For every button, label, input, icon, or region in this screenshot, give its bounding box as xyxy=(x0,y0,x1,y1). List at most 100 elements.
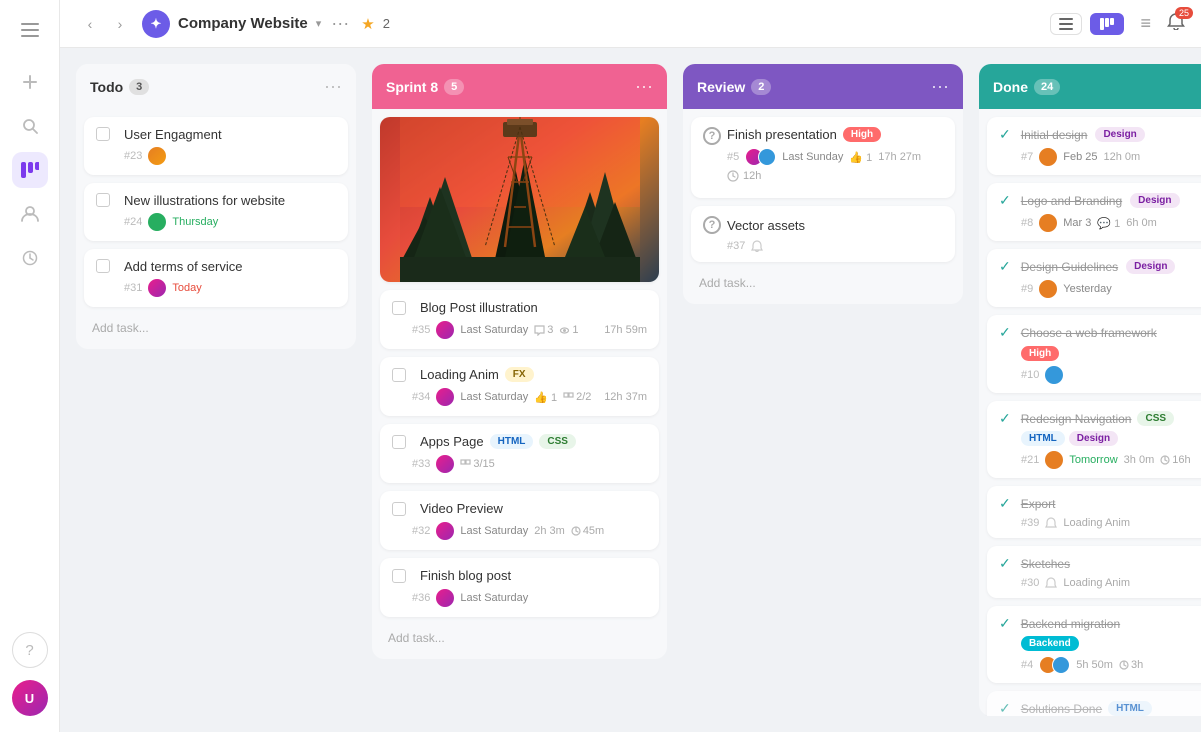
table-row[interactable]: Video Preview #32 Last Saturday 2h 3m 45… xyxy=(380,491,659,550)
task-checkbox[interactable] xyxy=(96,193,110,207)
task-title: User Engagment xyxy=(124,127,222,142)
sidebar-item-collapse[interactable] xyxy=(12,12,48,48)
done-header: Done 24 ··· xyxy=(979,64,1201,109)
task-title: Finish presentation xyxy=(727,127,837,142)
forward-button[interactable]: › xyxy=(106,10,134,38)
task-avatars xyxy=(745,148,776,166)
sidebar-item-clock[interactable] xyxy=(12,240,48,276)
task-title: Sketches xyxy=(1021,557,1070,571)
table-row[interactable]: Apps Page HTML CSS #33 3/15 xyxy=(380,424,659,483)
task-date: Yesterday xyxy=(1063,283,1112,295)
table-row[interactable]: ✓ Export #39 Loading Anim xyxy=(987,486,1201,538)
table-row[interactable]: ✓ Redesign Navigation CSS HTML Design #2… xyxy=(987,401,1201,478)
task-checkbox[interactable] xyxy=(96,259,110,273)
task-title: Choose a web framework xyxy=(1021,326,1157,340)
table-row[interactable]: Finish blog post #36 Last Saturday xyxy=(380,558,659,617)
done-title: Done xyxy=(993,79,1028,95)
task-tag: Design xyxy=(1130,193,1179,208)
task-date: Last Saturday xyxy=(460,525,528,537)
task-avatar xyxy=(1039,148,1057,166)
list-view-button[interactable] xyxy=(1050,13,1082,35)
task-id: #7 xyxy=(1021,151,1033,163)
task-tag-html: HTML xyxy=(1021,431,1065,446)
table-row[interactable]: New illustrations for website #24 Thursd… xyxy=(84,183,348,241)
task-id: #31 xyxy=(124,282,142,294)
table-row[interactable]: Blog Post illustration #35 Last Saturday… xyxy=(380,290,659,349)
task-avatar xyxy=(436,455,454,473)
sidebar-item-add[interactable] xyxy=(12,64,48,100)
star-icon[interactable]: ★ xyxy=(361,15,374,33)
task-avatars xyxy=(1039,656,1070,674)
table-row[interactable]: ✓ Initial design Design #7 Feb 25 12h 0m xyxy=(987,117,1201,175)
more-menu-button[interactable]: ≡ xyxy=(1132,9,1159,38)
review-body: ? Finish presentation High #5 xyxy=(683,109,963,304)
task-id: #30 xyxy=(1021,577,1039,589)
task-tag-html: HTML xyxy=(490,434,534,449)
task-tag-design: Design xyxy=(1069,431,1118,446)
task-avatar xyxy=(1039,280,1057,298)
todo-count: 3 xyxy=(129,79,149,95)
task-date: Thursday xyxy=(172,216,218,228)
board-view-button[interactable] xyxy=(1090,13,1124,35)
table-row[interactable]: ✓ Sketches #30 Loading Anim xyxy=(987,546,1201,598)
task-time: 12h 37m xyxy=(604,391,647,403)
nav-arrows: ‹ › xyxy=(76,10,134,38)
table-row[interactable]: ? Finish presentation High #5 xyxy=(691,117,955,198)
task-checkbox[interactable] xyxy=(392,569,406,583)
sidebar-item-people[interactable] xyxy=(12,196,48,232)
task-date: Tomorrow xyxy=(1069,454,1117,466)
like-count: 👍 1 xyxy=(534,391,557,404)
task-clock-time: 12h xyxy=(743,170,761,182)
task-image xyxy=(380,117,659,282)
task-avatar xyxy=(436,321,454,339)
table-row[interactable]: ✓ Choose a web framework High #10 xyxy=(987,315,1201,393)
add-task-review[interactable]: Add task... xyxy=(691,270,955,296)
chevron-down-icon[interactable]: ▾ xyxy=(316,17,322,30)
task-subtitle: Loading Anim xyxy=(1063,517,1130,529)
user-avatar[interactable]: U xyxy=(12,680,48,716)
task-checkbox[interactable] xyxy=(392,301,406,315)
task-time: 17h 27m xyxy=(878,151,921,163)
task-subtitle: Loading Anim xyxy=(1063,577,1130,589)
task-status-icon: ? xyxy=(703,216,721,234)
sidebar-item-search[interactable] xyxy=(12,108,48,144)
check-icon: ✓ xyxy=(999,615,1011,632)
task-tag-backend: Backend xyxy=(1021,636,1079,651)
table-row[interactable]: ? Vector assets #37 xyxy=(691,206,955,262)
task-avatar xyxy=(436,522,454,540)
table-row[interactable]: ✓ Design Guidelines Design #9 Yesterday xyxy=(987,249,1201,307)
task-checkbox[interactable] xyxy=(96,127,110,141)
task-title: Solutions Done xyxy=(1021,702,1102,716)
add-task-todo[interactable]: Add task... xyxy=(84,315,348,341)
notification-button[interactable]: 25 xyxy=(1167,12,1185,35)
table-row[interactable]: Add terms of service #31 Today xyxy=(84,249,348,307)
back-button[interactable]: ‹ xyxy=(76,10,104,38)
table-row[interactable]: User Engagment #23 xyxy=(84,117,348,175)
task-avatar xyxy=(1039,214,1057,232)
task-date: Last Saturday xyxy=(460,391,528,403)
task-time1: 2h 3m xyxy=(534,525,565,537)
add-task-sprint[interactable]: Add task... xyxy=(380,625,659,651)
sidebar-item-board[interactable] xyxy=(12,152,48,188)
table-row[interactable]: ✓ Solutions Done HTML xyxy=(987,691,1201,716)
titlebar: ‹ › ✦ Company Website ▾ ··· ★ 2 ≡ 25 xyxy=(60,0,1201,48)
more-options-icon[interactable]: ··· xyxy=(331,13,349,34)
sprint-more-icon[interactable]: ··· xyxy=(635,76,653,97)
table-row[interactable]: ✓ Logo and Branding Design #8 Mar 3 💬 1 … xyxy=(987,183,1201,241)
check-icon: ✓ xyxy=(999,410,1011,427)
table-row[interactable]: Loading Anim FX #34 Last Saturday 👍 1 2/… xyxy=(380,357,659,416)
sprint-image-card[interactable] xyxy=(380,117,659,282)
task-checkbox[interactable] xyxy=(392,502,406,516)
table-row[interactable]: ✓ Backend migration Backend #4 5h 50m xyxy=(987,606,1201,683)
task-checkbox[interactable] xyxy=(392,368,406,382)
task-id: #33 xyxy=(412,458,430,470)
task-checkbox[interactable] xyxy=(392,435,406,449)
sidebar-item-help[interactable]: ? xyxy=(12,632,48,668)
review-more-icon[interactable]: ··· xyxy=(931,76,949,97)
task-id: #37 xyxy=(727,240,745,252)
clock-time: 16h xyxy=(1160,454,1190,466)
board: Todo 3 ··· User Engagment #23 xyxy=(60,48,1201,732)
todo-more-icon[interactable]: ··· xyxy=(324,76,342,97)
task-id: #10 xyxy=(1021,369,1039,381)
task-tag: FX xyxy=(505,367,534,382)
